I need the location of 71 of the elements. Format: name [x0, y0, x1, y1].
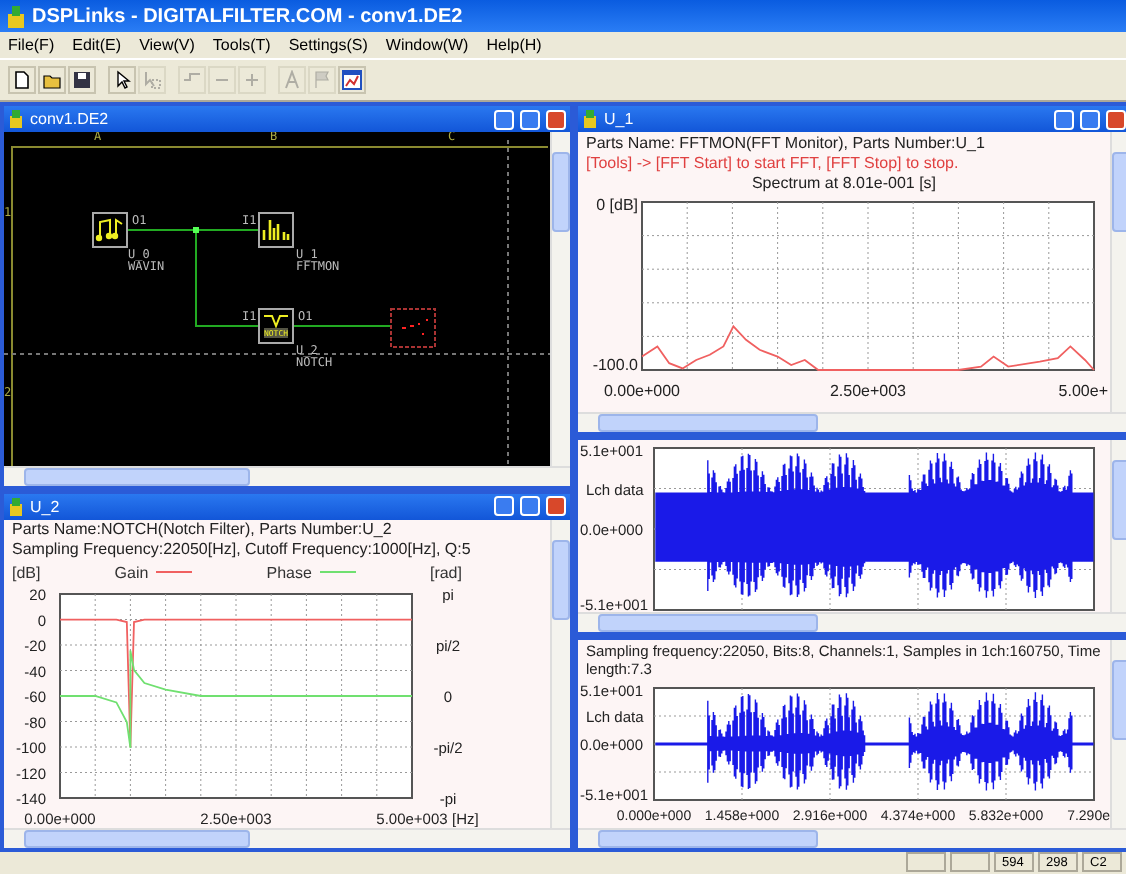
x-axis-label: 2.50e+003	[829, 382, 907, 401]
minimize-button[interactable]	[494, 496, 514, 517]
horizontal-scrollbar[interactable]	[4, 465, 570, 486]
legend-label: Gain	[114, 563, 149, 582]
text-tool-icon	[282, 70, 302, 90]
menu-item[interactable]: View(V)	[139, 36, 195, 54]
x-axis-label: 5.00e+	[1058, 382, 1108, 401]
menu-item[interactable]: Settings(S)	[288, 36, 368, 54]
maximize-button[interactable]	[520, 496, 540, 517]
toolbar-button[interactable]	[38, 66, 66, 94]
notch-curve-icon	[262, 310, 290, 328]
vertical-scrollbar[interactable]	[1110, 132, 1126, 413]
legend-swatch	[319, 568, 356, 577]
app-icon	[8, 497, 24, 516]
wire[interactable]	[195, 229, 259, 327]
menu-item[interactable]: File(F)	[8, 36, 55, 54]
menu-item[interactable]: Tools(T)	[212, 36, 271, 54]
plus-icon	[242, 70, 262, 90]
info-text: Sampling Frequency:22050[Hz], Cutoff Frequency:1000[Hz], Q:5	[10, 539, 473, 560]
vertical-scrollbar[interactable]	[1110, 440, 1126, 612]
chart-title: Spectrum at 8.01e-001 [s]	[749, 174, 939, 195]
toolbar-button[interactable]	[108, 66, 136, 94]
maximize-button[interactable]	[520, 109, 540, 129]
window-title: U_2	[30, 497, 62, 516]
status-pane	[950, 852, 990, 872]
menu-item[interactable]: Window(W)	[385, 36, 469, 54]
folder-icon	[42, 70, 62, 90]
y-axis-label: -100.0	[592, 356, 638, 375]
app-title: DSPLinks - DIGITALFILTER.COM - conv1.DE2	[32, 5, 463, 27]
close-button[interactable]	[546, 109, 566, 129]
close-button[interactable]	[546, 496, 566, 517]
vertical-scrollbar[interactable]	[1110, 639, 1126, 828]
horizontal-scrollbar[interactable]	[578, 611, 1126, 632]
toolbar-button[interactable]	[8, 66, 36, 94]
vertical-scrollbar[interactable]	[550, 132, 570, 466]
new-file-icon	[12, 70, 32, 90]
horizontal-scrollbar[interactable]	[578, 412, 1126, 433]
maximize-button[interactable]	[1080, 109, 1100, 129]
minimize-button[interactable]	[1054, 109, 1074, 129]
audio-input-block[interactable]	[92, 212, 128, 248]
window-title: U_1	[604, 110, 636, 128]
status-pane	[906, 852, 946, 872]
menu-item[interactable]: Help(H)	[486, 36, 542, 54]
y-axis-label: 0 [dB]	[596, 196, 638, 215]
app-icon	[582, 110, 598, 128]
info-text: Parts Name:NOTCH(Notch Filter), Parts Number:U_2	[10, 519, 394, 540]
app-icon	[6, 5, 26, 27]
menu-item[interactable]: Edit(E)	[72, 36, 122, 54]
chart-window-icon	[342, 70, 362, 90]
toolbar-button[interactable]	[338, 66, 366, 94]
app-icon	[8, 110, 24, 128]
spectrum-monitor-block[interactable]	[258, 212, 294, 248]
minimize-button[interactable]	[494, 109, 514, 129]
select-icon	[142, 70, 162, 90]
legend-swatch	[156, 568, 193, 577]
horizontal-scrollbar[interactable]	[578, 827, 1126, 848]
info-text: Parts Name: FFTMON(FFT Monitor), Parts Number:U_1	[584, 134, 987, 155]
hint-text: [Tools] -> [FFT Start] to start FFT, [FFT Stop] to stop.	[584, 154, 961, 175]
window-title: conv1.DE2	[30, 110, 111, 128]
pointer-icon	[112, 70, 132, 90]
flag-icon	[312, 70, 332, 90]
x-axis-label: 0.00e+000	[603, 382, 681, 401]
y-axis-unit: [dB]	[12, 563, 41, 582]
save-icon	[72, 70, 92, 90]
empty-block[interactable]	[390, 308, 436, 348]
legend-label: Phase	[266, 563, 312, 582]
vertical-scrollbar[interactable]	[550, 519, 570, 828]
horizontal-scrollbar[interactable]	[4, 828, 570, 848]
toolbar-button[interactable]	[68, 66, 96, 94]
right-axis-unit: [rad]	[429, 563, 462, 582]
close-button[interactable]	[1106, 109, 1126, 129]
